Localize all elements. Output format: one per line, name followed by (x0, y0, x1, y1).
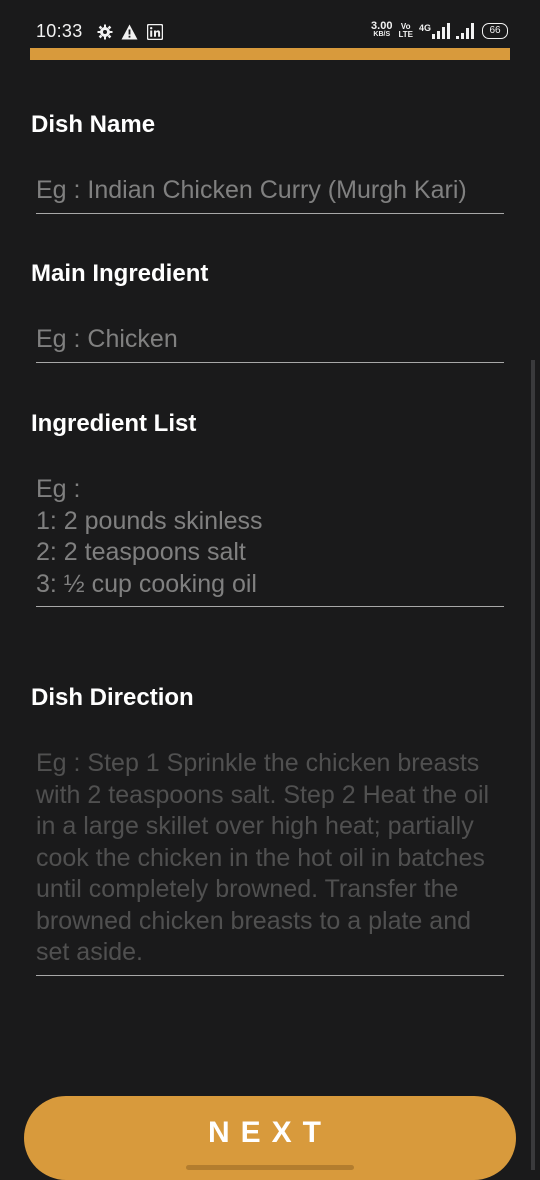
status-time: 10:33 (36, 21, 83, 41)
dish-name-placeholder: Eg : Indian Chicken Curry (Murgh Kari) (36, 176, 467, 204)
battery-icon: 66 (482, 22, 508, 39)
ingredient-list-input[interactable]: Eg : 1: 2 pounds skinless 2: 2 teaspoons… (36, 474, 504, 607)
dish-name-input[interactable]: Eg : Indian Chicken Curry (Murgh Kari) (36, 175, 504, 214)
linkedin-icon (146, 23, 163, 40)
next-button-label: NEXT (207, 1116, 332, 1149)
volte-bottom: LTE (398, 29, 413, 39)
home-indicator (186, 1165, 354, 1170)
network-speed-unit: KB/S (373, 31, 391, 38)
volte-indicator: Vo LTE (398, 22, 413, 39)
main-ingredient-label: Main Ingredient (31, 260, 209, 287)
signal-icon (456, 22, 476, 39)
dish-direction-label: Dish Direction (31, 684, 194, 711)
network-speed: 3.00 KB/S (371, 20, 393, 39)
main-ingredient-placeholder: Eg : Chicken (36, 325, 178, 353)
status-notification-icons (96, 23, 163, 40)
ingredient-list-label: Ingredient List (31, 410, 197, 437)
gear-icon (96, 23, 113, 40)
dish-name-label: Dish Name (31, 111, 156, 138)
network-speed-value: 3.00 (371, 20, 393, 32)
main-ingredient-input[interactable]: Eg : Chicken (36, 324, 504, 363)
dish-direction-placeholder: Eg : Step 1 Sprinkle the chicken breasts… (36, 749, 490, 966)
status-system-icons: 3.00 KB/S Vo LTE 4G 66 (371, 20, 508, 39)
dish-direction-input[interactable]: Eg : Step 1 Sprinkle the chicken breasts… (36, 748, 504, 976)
header-accent-bar (30, 48, 510, 60)
signal-4g-icon: 4G (418, 22, 450, 39)
scrollbar[interactable] (531, 360, 535, 1170)
ingredient-list-placeholder: Eg : 1: 2 pounds skinless 2: 2 teaspoons… (36, 475, 263, 598)
network-type-label: 4G (418, 22, 431, 33)
warning-icon (121, 23, 138, 40)
status-bar: 10:33 3.00 KB/S Vo LTE 4G 66 (0, 0, 540, 48)
